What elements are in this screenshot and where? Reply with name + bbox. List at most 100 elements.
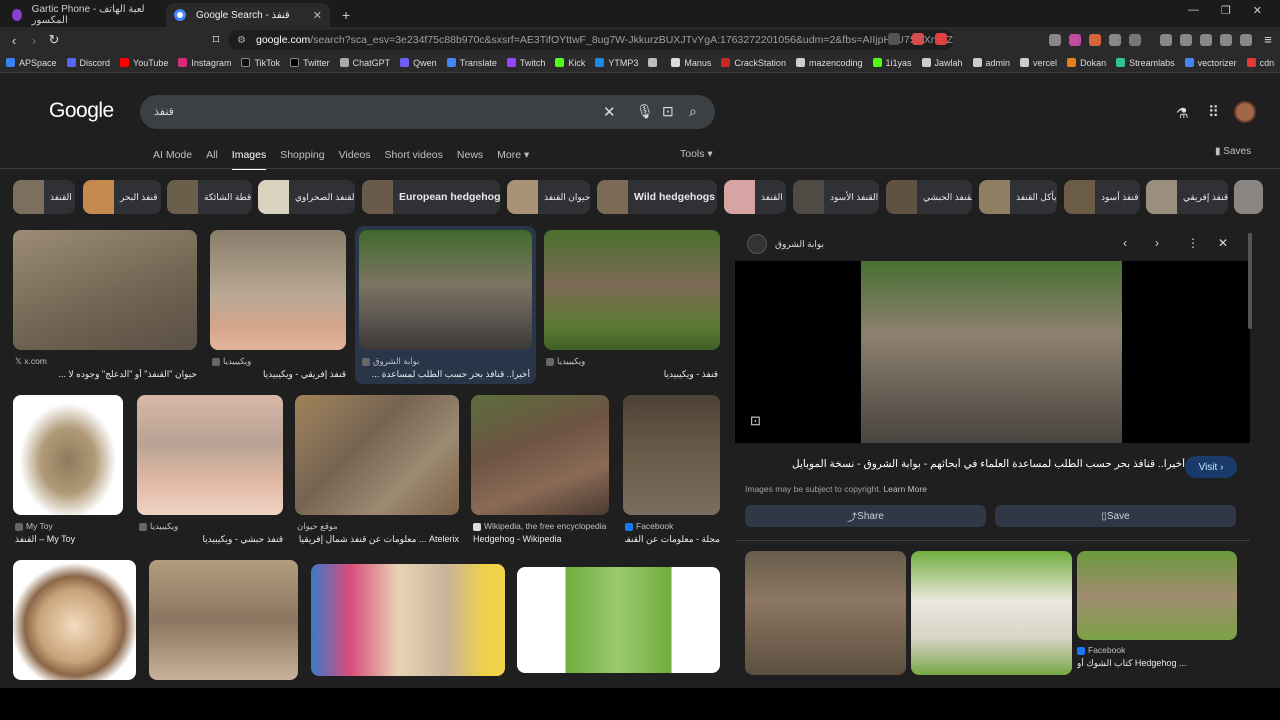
close-tab-icon[interactable]: ✕ bbox=[313, 9, 322, 22]
bookmark-item[interactable]: Jawlah bbox=[921, 58, 963, 68]
reload-icon[interactable]: ↻ bbox=[44, 32, 64, 48]
bookmark-item[interactable]: admin bbox=[972, 58, 1010, 68]
result-source[interactable]: 𝕏 x.com bbox=[15, 356, 47, 367]
bookmark-item[interactable]: Streamlabs bbox=[1116, 58, 1175, 68]
save-button[interactable]: ▯ Save bbox=[995, 505, 1236, 527]
tab-google-search[interactable]: Google Search - قنفذ ✕ bbox=[166, 3, 330, 27]
chip[interactable]: القنفذ الحبشي bbox=[886, 180, 972, 214]
back-icon[interactable]: ‹ bbox=[4, 33, 24, 48]
site-info-icon[interactable]: ⚙ bbox=[237, 35, 246, 46]
chip[interactable]: القنفذ bbox=[13, 180, 75, 214]
search-box[interactable]: قنفذ ✕ 🎙 ⊡ ⌕ bbox=[140, 95, 715, 129]
url-field[interactable]: ⚙ google.com/search?sca_esv=3e234f75c88b… bbox=[228, 30, 954, 50]
result-source[interactable]: ويكيبيديا bbox=[212, 356, 251, 367]
result-source[interactable]: Wikipedia, the free encyclopedia bbox=[473, 521, 606, 531]
bookmark-item[interactable]: ChatGPT bbox=[339, 58, 390, 68]
related-caption[interactable]: كتاب الشوك أو Hedgehog ... bbox=[1077, 658, 1235, 669]
bookmark-item[interactable]: Discord bbox=[66, 58, 110, 68]
result-caption[interactable]: القنفذ – My Toy bbox=[15, 534, 123, 545]
tab-images[interactable]: Images bbox=[231, 148, 267, 170]
visit-button[interactable]: Visit › bbox=[1185, 456, 1237, 478]
extension-icon[interactable] bbox=[1049, 34, 1061, 46]
tab-ai-mode[interactable]: AI Mode bbox=[153, 148, 192, 170]
bookmark-item[interactable]: mazencoding bbox=[795, 58, 863, 68]
result-source[interactable]: موقع حيوان bbox=[297, 521, 338, 532]
wallet-icon[interactable] bbox=[1200, 34, 1212, 46]
tab-short-videos[interactable]: Short videos bbox=[385, 148, 443, 170]
bookmark-item[interactable]: YTMP3 bbox=[595, 58, 638, 68]
result-image[interactable] bbox=[295, 395, 459, 515]
maximize-icon[interactable]: ❐ bbox=[1221, 4, 1231, 17]
new-tab-button[interactable]: + bbox=[334, 3, 354, 27]
leo-ai-icon[interactable] bbox=[1220, 34, 1232, 46]
preview-source[interactable]: بوابة الشروق bbox=[747, 234, 824, 254]
result-source[interactable]: ويكيبيديا bbox=[546, 356, 585, 367]
chip[interactable]: قنفذ البحر bbox=[83, 180, 161, 214]
tab-more[interactable]: More ▾ bbox=[497, 148, 529, 170]
apps-grid-icon[interactable]: ⠿ bbox=[1208, 103, 1219, 121]
close-window-icon[interactable]: ✕ bbox=[1253, 4, 1262, 17]
bookmark-item[interactable]: CrackStation bbox=[721, 58, 786, 68]
menu-icon[interactable]: ≡ bbox=[1258, 32, 1278, 47]
google-logo[interactable]: Google bbox=[49, 99, 114, 123]
media-icon[interactable] bbox=[1160, 34, 1172, 46]
bookmark-item[interactable]: Manus bbox=[671, 58, 711, 68]
search-icon[interactable]: ⌕ bbox=[689, 103, 697, 120]
clear-icon[interactable]: ✕ bbox=[603, 103, 616, 121]
bookmark-item[interactable]: vercel bbox=[1020, 58, 1057, 68]
bookmark-item[interactable]: vectorizer bbox=[1184, 58, 1237, 68]
share-page-icon[interactable] bbox=[888, 33, 900, 45]
result-source[interactable]: ويكيبيديا bbox=[139, 521, 178, 532]
bookmark-item[interactable]: Instagram bbox=[178, 58, 231, 68]
result-image[interactable] bbox=[13, 230, 197, 350]
related-image[interactable] bbox=[1077, 551, 1237, 640]
chip[interactable]: Wild hedgehogs bbox=[597, 180, 717, 214]
minimize-icon[interactable]: — bbox=[1188, 4, 1199, 17]
avatar[interactable] bbox=[1234, 101, 1256, 123]
bookmark-item[interactable]: Twitch bbox=[506, 58, 545, 68]
labs-icon[interactable]: ⚗ bbox=[1176, 105, 1189, 122]
bookmark-item[interactable]: Qwen bbox=[400, 58, 437, 68]
result-image[interactable] bbox=[623, 395, 720, 515]
result-image[interactable] bbox=[149, 560, 298, 680]
result-caption[interactable]: Atelerix ... معلومات عن قنفذ شمال إفريقي… bbox=[297, 534, 459, 545]
learn-more-link[interactable]: Learn More bbox=[883, 484, 926, 494]
chip[interactable]: القنفذ الصحراوي bbox=[258, 180, 355, 214]
saves-button[interactable]: ▮ Saves bbox=[1215, 146, 1251, 157]
result-image[interactable] bbox=[517, 567, 720, 673]
sidebar-icon[interactable] bbox=[1180, 34, 1192, 46]
result-image[interactable] bbox=[210, 230, 346, 350]
lens-search-icon[interactable]: ⊡ bbox=[750, 413, 761, 429]
next-icon[interactable]: › bbox=[1155, 236, 1159, 250]
result-caption[interactable]: قنفذ حبشي - ويكيبيديا bbox=[139, 534, 283, 545]
result-caption[interactable]: Hedgehog - Wikipedia bbox=[473, 534, 609, 544]
chip[interactable]: European hedgehog bbox=[362, 180, 500, 214]
search-input[interactable]: قنفذ bbox=[154, 105, 174, 118]
more-options-icon[interactable]: ⋮ bbox=[1187, 236, 1199, 250]
tab-shopping[interactable]: Shopping bbox=[280, 148, 324, 170]
puzzle-icon[interactable] bbox=[1109, 34, 1121, 46]
extension-icon[interactable] bbox=[1069, 34, 1081, 46]
bookmark-item[interactable]: Dokan bbox=[1067, 58, 1106, 68]
bookmark-item[interactable]: Translate bbox=[446, 58, 497, 68]
related-image[interactable] bbox=[745, 551, 906, 675]
result-image[interactable] bbox=[471, 395, 609, 515]
result-source[interactable]: Facebook bbox=[625, 521, 673, 531]
result-image-selected[interactable] bbox=[359, 230, 532, 350]
bookmark-item[interactable] bbox=[648, 58, 661, 67]
bookmark-item[interactable]: APSpace bbox=[6, 58, 57, 68]
lens-icon[interactable]: ⊡ bbox=[662, 103, 674, 120]
related-image[interactable] bbox=[911, 551, 1072, 675]
extension-icon[interactable] bbox=[1129, 34, 1141, 46]
tab-all[interactable]: All bbox=[206, 148, 218, 170]
result-caption[interactable]: قنفذ إفريقي - ويكيبيديا bbox=[212, 369, 346, 380]
extension-icon[interactable] bbox=[1089, 34, 1101, 46]
tools-button[interactable]: Tools ▾ bbox=[680, 148, 713, 160]
prev-icon[interactable]: ‹ bbox=[1123, 236, 1127, 250]
chip[interactable]: حيوان القنفذ bbox=[507, 180, 590, 214]
tab-news[interactable]: News bbox=[457, 148, 483, 170]
chip[interactable]: قطة الشائكة bbox=[167, 180, 252, 214]
chip[interactable]: القنفذ bbox=[724, 180, 786, 214]
bookmark-item[interactable]: Kick bbox=[555, 58, 585, 68]
result-image[interactable] bbox=[544, 230, 720, 350]
